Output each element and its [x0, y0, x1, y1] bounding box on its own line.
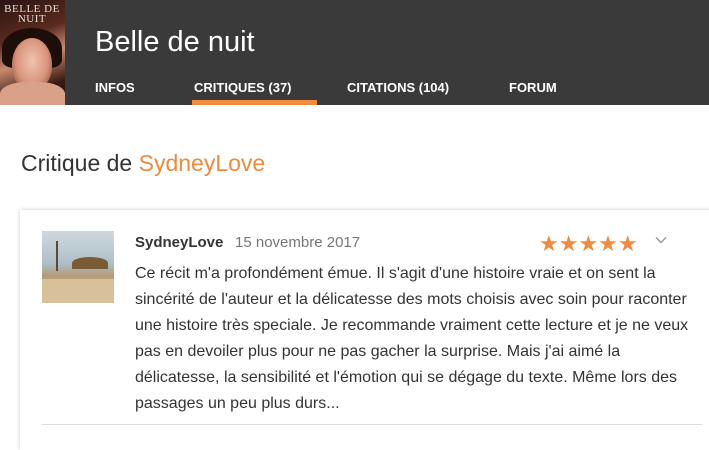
avatar-sand	[42, 279, 114, 303]
tab-critiques[interactable]: CRITIQUES (37)	[194, 80, 292, 95]
avatar-mast	[56, 241, 58, 271]
cover-shoulder	[0, 82, 65, 105]
avatar[interactable]	[42, 231, 114, 303]
review-username[interactable]: SydneyLove	[135, 234, 223, 251]
tab-infos[interactable]: INFOS	[95, 80, 135, 95]
chevron-down-icon[interactable]	[655, 234, 667, 246]
book-header: BELLE DE NUIT Belle de nuit INFOS CRITIQ…	[0, 0, 709, 105]
book-cover-image[interactable]: BELLE DE NUIT	[0, 0, 65, 105]
active-tab-indicator	[192, 100, 317, 105]
cover-title-text: BELLE DE NUIT	[4, 3, 60, 25]
page-title-prefix: Critique de	[21, 150, 139, 176]
tab-forum[interactable]: FORUM	[509, 80, 557, 95]
tab-citations[interactable]: CITATIONS (104)	[347, 80, 449, 95]
review-date: 15 novembre 2017	[235, 234, 361, 251]
review-text: Ce récit m'a profondément émue. Il s'agi…	[135, 265, 689, 412]
rating-stars: ★★★★★	[539, 232, 638, 257]
avatar-hut	[72, 257, 108, 269]
divider	[42, 424, 702, 425]
page-title-author-link[interactable]: SydneyLove	[139, 150, 266, 176]
book-title: Belle de nuit	[95, 26, 255, 58]
page-title: Critique de SydneyLove	[21, 150, 265, 177]
